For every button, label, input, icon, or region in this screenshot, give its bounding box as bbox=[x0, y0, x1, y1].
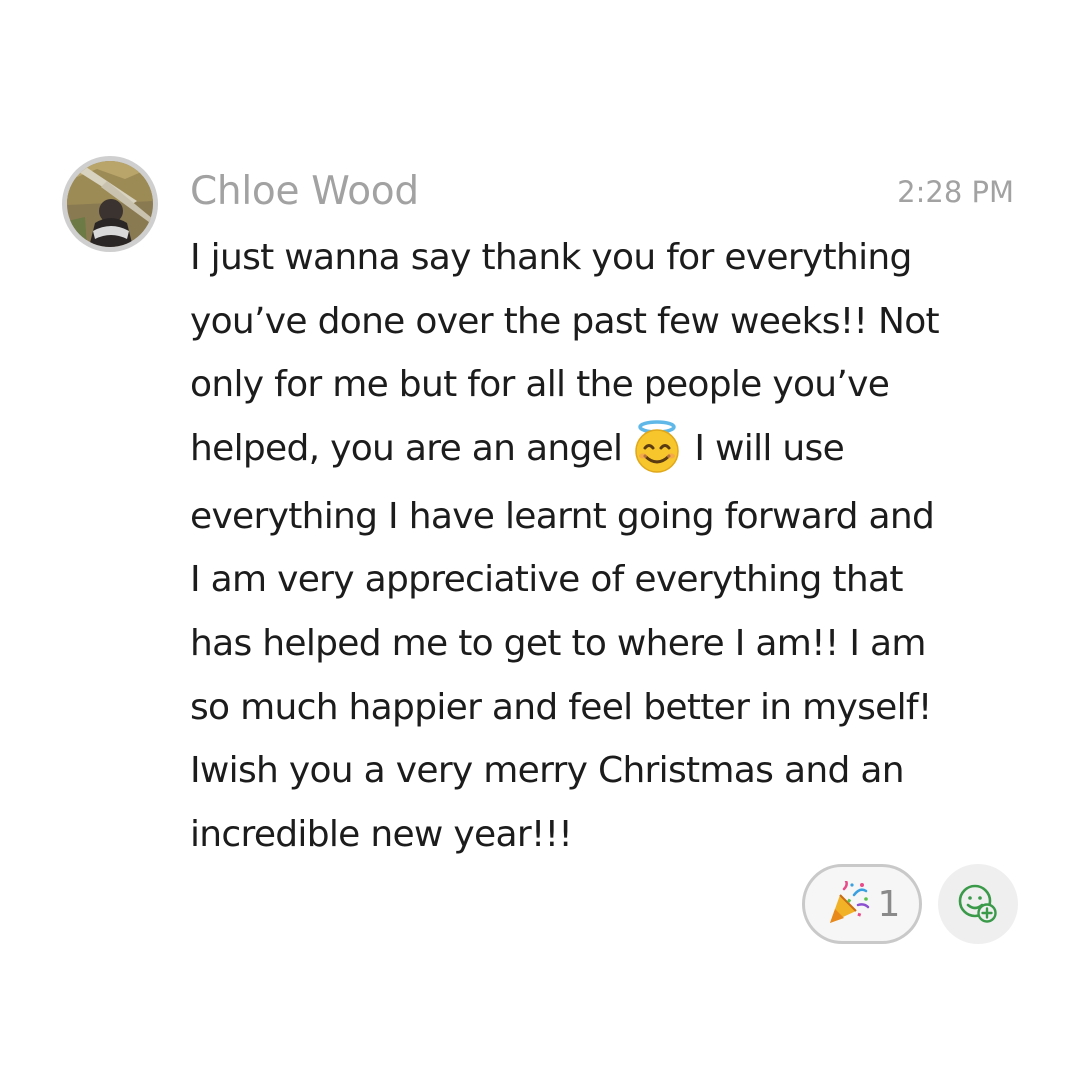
message-line-segment: I will use bbox=[694, 427, 845, 469]
avatar[interactable] bbox=[62, 156, 158, 252]
party-popper-icon bbox=[824, 881, 870, 927]
message-line: incredible new year!!! bbox=[190, 813, 573, 855]
reaction-count: 1 bbox=[877, 883, 901, 925]
message-line: only for me but for all the people you’v… bbox=[190, 364, 890, 406]
chat-message: Chloe Wood 2:28 PM I just wanna say than… bbox=[62, 156, 1022, 956]
message-line: you’ve done over the past few weeks!! No… bbox=[190, 300, 940, 342]
message-line: Iwish you a very merry Christmas and an bbox=[190, 750, 905, 792]
add-reaction-button[interactable] bbox=[938, 864, 1018, 944]
reactions-bar: 1 bbox=[802, 864, 1018, 944]
message-body: I just wanna say thank you for everythin… bbox=[190, 226, 1020, 866]
user-photo-avatar-icon bbox=[67, 161, 153, 247]
reaction-party-popper[interactable]: 1 bbox=[802, 864, 922, 944]
message-line-with-emoji: helped, you are an angel I will use bbox=[190, 417, 1020, 485]
message-line: has helped me to get to where I am!! I a… bbox=[190, 622, 926, 664]
message-line: everything I have learnt going forward a… bbox=[190, 495, 935, 537]
message-line: so much happier and feel better in mysel… bbox=[190, 686, 932, 728]
add-reaction-icon bbox=[955, 881, 1001, 927]
message-line: I just wanna say thank you for everythin… bbox=[190, 237, 912, 278]
message-timestamp: 2:28 PM bbox=[897, 175, 1014, 209]
sender-name[interactable]: Chloe Wood bbox=[190, 168, 419, 216]
message-line: I am very appreciative of everything tha… bbox=[190, 559, 903, 601]
smiling-face-with-halo-icon bbox=[630, 420, 684, 474]
message-line-segment: helped, you are an angel bbox=[190, 427, 623, 469]
